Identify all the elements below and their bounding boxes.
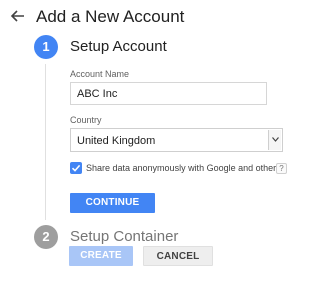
chevron-down-icon [268,130,281,150]
step-2-label: Setup Container [70,228,179,245]
create-button[interactable]: CREATE [69,246,133,266]
step-1-label: Setup Account [70,38,167,55]
country-label: Country [70,115,102,125]
country-select[interactable]: United Kingdom [70,128,283,152]
help-icon[interactable]: ? [276,163,287,174]
cancel-button[interactable]: CANCEL [143,246,213,266]
continue-button[interactable]: CONTINUE [70,193,155,213]
back-arrow-icon[interactable] [8,6,28,26]
account-name-label: Account Name [70,69,130,79]
step-connector-line [45,64,46,220]
country-select-value: United Kingdom [77,135,156,147]
step-2-number: 2 [34,225,58,249]
share-data-checkbox[interactable] [70,162,82,174]
step-1-number: 1 [34,35,58,59]
page-title: Add a New Account [36,7,185,26]
account-name-input[interactable] [70,82,267,105]
share-data-label: Share data anonymously with Google and o… [86,163,281,173]
checkmark-icon [71,164,81,172]
page-header: Add a New Account [0,0,293,34]
